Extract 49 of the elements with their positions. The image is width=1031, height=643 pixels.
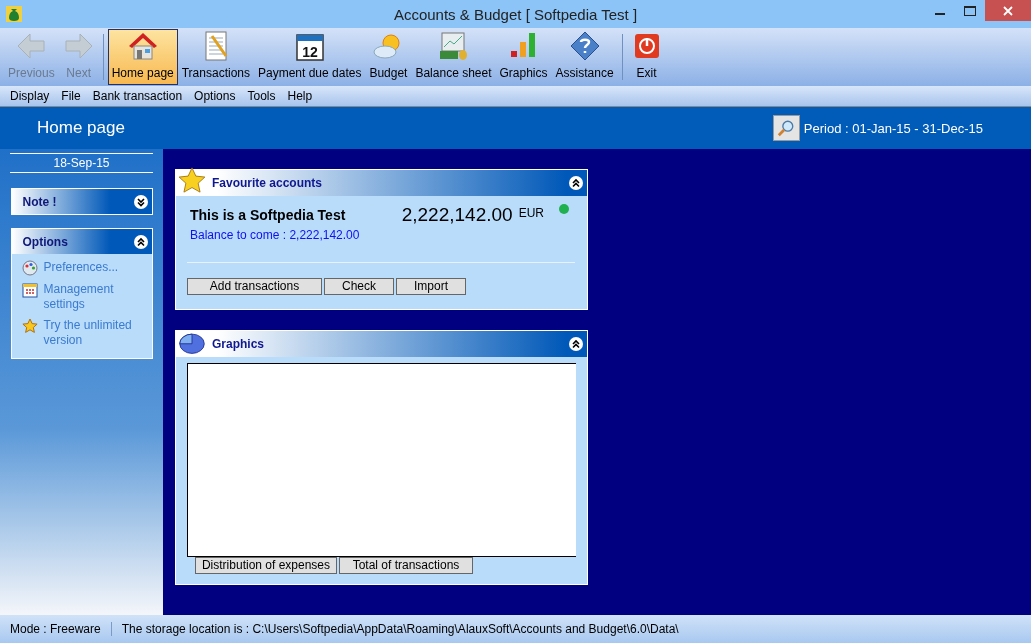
menu-item[interactable]: Tools: [241, 89, 282, 103]
action-button[interactable]: Import: [396, 278, 466, 295]
collapse-toggle-icon[interactable]: [569, 176, 583, 190]
action-button[interactable]: Check: [324, 278, 394, 295]
period-label: Period : 01-Jan-15 - 31-Dec-15: [803, 120, 983, 136]
status-mode: Mode : Freeware: [10, 622, 102, 636]
card-title: Favourite accounts: [212, 176, 323, 190]
panel-title: Options: [22, 234, 68, 249]
close-button[interactable]: [985, 0, 1031, 21]
calendar-icon: [21, 282, 38, 298]
money-chart-icon: [437, 30, 470, 62]
search-button[interactable]: [772, 115, 800, 141]
menu-item[interactable]: Display: [0, 89, 56, 103]
balance-to-come: Balance to come : 2,222,142.00: [189, 228, 361, 242]
action-button[interactable]: Add transactions: [187, 278, 322, 295]
help-icon: [568, 30, 601, 62]
currency-label: EUR: [518, 206, 544, 220]
chart-tab-button[interactable]: Distribution of expenses: [195, 557, 337, 574]
menu-item[interactable]: Options: [188, 89, 242, 103]
toolbar-button[interactable]: 12 Payment due dates: [254, 29, 366, 85]
minimize-icon: [935, 13, 945, 15]
menu-item[interactable]: Bank transaction: [86, 89, 189, 103]
toolbar-button[interactable]: Transactions: [177, 29, 254, 85]
date-label: 18-Sep-15: [10, 153, 153, 173]
panel-title: Note !: [22, 194, 57, 209]
collapse-toggle-icon[interactable]: [133, 234, 148, 249]
toolbar-button[interactable]: Budget: [365, 29, 412, 85]
toolbar-button[interactable]: Graphics: [495, 29, 552, 85]
menu-item[interactable]: File: [55, 89, 87, 103]
account-balance: 2,222,142.00: [401, 204, 513, 226]
collapse-toggle-icon[interactable]: [133, 194, 148, 209]
menu-item[interactable]: Help: [281, 89, 319, 103]
collapse-toggle-icon[interactable]: [569, 337, 583, 351]
close-icon: [1003, 5, 1013, 16]
toolbar-button[interactable]: Exit: [626, 29, 667, 85]
status-storage: The storage location is : C:\Users\Softpedia\AppData\Roaming\AlauxSoft\Accounts and Budget\6.0\Data\: [110, 622, 689, 636]
account-name[interactable]: This is a Softpedia Test: [187, 207, 346, 223]
toolbar-button[interactable]: Home page: [107, 29, 178, 85]
chart-tab-button[interactable]: Total of transactions: [339, 557, 473, 574]
toolbar-button[interactable]: Assistance: [551, 29, 618, 85]
star-icon: [21, 318, 38, 334]
maximize-icon: [964, 5, 976, 16]
window-title: Accounts & Budget [ Softpedia Test ]: [392, 5, 639, 23]
star-icon: [178, 167, 206, 195]
card-title: Graphics: [212, 337, 265, 351]
toolbar-button[interactable]: Balance sheet: [411, 29, 496, 85]
money-bag-icon: [6, 6, 22, 22]
palette-icon: [21, 260, 38, 276]
page-title: Home page: [37, 118, 125, 138]
